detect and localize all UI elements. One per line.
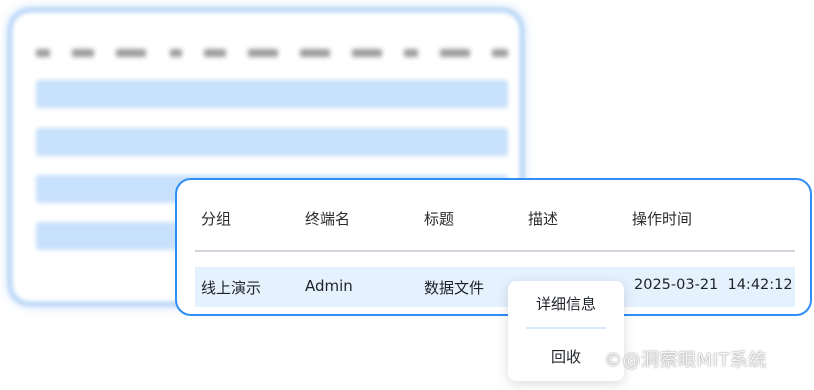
blurred-table-row <box>36 128 508 156</box>
blurred-table-header <box>36 49 512 59</box>
blurred-header-cell <box>248 49 278 57</box>
cell-title: 数据文件 <box>424 279 485 297</box>
watermark-text: ©@洞察眼MIT系统 <box>604 350 767 371</box>
cell-time: 2025-03-21 14:42:12 <box>634 277 793 293</box>
log-table-card: 分组 终端名 标题 描述 操作时间 线上演示 Admin 数据文件 2025-0… <box>175 178 812 316</box>
blurred-header-cell <box>404 49 418 57</box>
blurred-header-cell <box>204 49 226 57</box>
menu-item-details[interactable]: 详细信息 <box>508 293 624 314</box>
blurred-header-cell <box>116 49 146 57</box>
column-header-title: 标题 <box>424 210 455 228</box>
blurred-header-cell <box>300 49 330 57</box>
blurred-header-cell <box>36 49 50 57</box>
blurred-header-cell <box>440 49 470 57</box>
column-header-terminal: 终端名 <box>305 210 351 228</box>
cell-group: 线上演示 <box>201 279 262 297</box>
blurred-header-cell <box>170 49 182 57</box>
column-header-group: 分组 <box>201 210 232 228</box>
blurred-header-cell <box>492 49 508 57</box>
column-header-description: 描述 <box>528 210 559 228</box>
menu-divider <box>526 327 606 329</box>
blurred-table-row <box>36 80 508 108</box>
cell-terminal: Admin <box>305 277 353 295</box>
header-divider <box>195 250 795 252</box>
blurred-header-cell <box>352 49 382 57</box>
column-header-time: 操作时间 <box>632 210 693 228</box>
blurred-header-cell <box>72 49 94 57</box>
